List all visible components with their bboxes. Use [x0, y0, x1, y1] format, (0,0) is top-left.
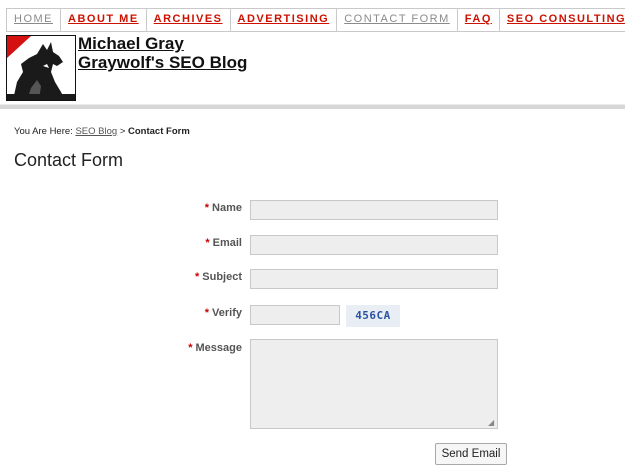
- breadcrumb-prefix: You Are Here:: [14, 126, 73, 137]
- required-marker: *: [194, 271, 200, 283]
- nav-about-link[interactable]: ABOUT ME: [61, 9, 147, 31]
- page-title: Contact Form: [14, 150, 124, 170]
- email-label: * Email: [205, 237, 242, 249]
- breadcrumb-current: Contact Form: [128, 126, 190, 137]
- author-name[interactable]: Michael Gray: [78, 34, 247, 53]
- subject-label: * Subject: [194, 271, 242, 283]
- blog-title[interactable]: Graywolf's SEO Blog: [78, 53, 247, 72]
- howling-wolf-icon: [7, 36, 75, 100]
- email-field[interactable]: [250, 235, 498, 255]
- verify-field[interactable]: [250, 305, 340, 325]
- nav-contact-link[interactable]: CONTACT FORM: [337, 9, 458, 31]
- nav-archives-link[interactable]: ARCHIVES: [147, 9, 231, 31]
- message-label: * Message: [188, 342, 242, 354]
- header-divider: [0, 104, 625, 109]
- nav-advertising-link[interactable]: ADVERTISING: [231, 9, 338, 31]
- breadcrumb-separator: >: [119, 126, 126, 137]
- send-email-button[interactable]: Send Email: [435, 443, 507, 465]
- required-marker: *: [188, 342, 193, 354]
- nav-faq-link[interactable]: FAQ: [458, 9, 500, 31]
- site-title[interactable]: Michael Gray Graywolf's SEO Blog: [78, 34, 247, 72]
- nav-home-link[interactable]: HOME: [7, 9, 61, 31]
- required-marker: *: [204, 307, 210, 319]
- required-marker: *: [204, 202, 210, 214]
- breadcrumb-seo-blog-link[interactable]: SEO Blog: [75, 126, 117, 137]
- subject-field[interactable]: [250, 269, 498, 289]
- top-nav: HOME ABOUT ME ARCHIVES ADVERTISING CONTA…: [6, 8, 625, 32]
- nav-seo-consulting-link[interactable]: SEO CONSULTING: [500, 9, 625, 31]
- resize-grip-icon[interactable]: ◢: [488, 419, 495, 427]
- message-textarea[interactable]: ◢: [250, 339, 498, 429]
- name-label: * Name: [204, 202, 242, 214]
- name-field[interactable]: [250, 200, 498, 220]
- captcha-image: 456CA: [346, 305, 400, 327]
- verify-label: * Verify: [204, 307, 242, 319]
- required-marker: *: [205, 237, 210, 249]
- breadcrumb: You Are Here: SEO Blog > Contact Form: [14, 126, 190, 137]
- site-logo[interactable]: [6, 35, 76, 101]
